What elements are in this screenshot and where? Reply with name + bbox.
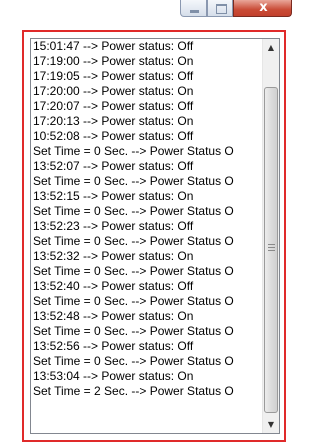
log-list-item[interactable]: 13:52:15 --> Power status: On xyxy=(33,189,263,204)
log-list-item[interactable]: Set Time = 0 Sec. --> Power Status O xyxy=(33,144,263,159)
close-button[interactable]: x xyxy=(233,0,292,17)
log-list-item[interactable]: 17:20:00 --> Power status: On xyxy=(33,84,263,99)
log-list-item[interactable]: Set Time = 0 Sec. --> Power Status O xyxy=(33,324,263,339)
log-list-item[interactable]: 17:19:05 --> Power status: Off xyxy=(33,69,263,84)
log-list-item[interactable]: 13:53:04 --> Power status: On xyxy=(33,369,263,384)
log-list-viewport: 15:01:47 --> Power status: Off 17:19:00 -… xyxy=(33,39,263,433)
minimize-icon xyxy=(190,10,199,13)
log-list-item[interactable]: Set Time = 0 Sec. --> Power Status O xyxy=(33,204,263,219)
thumb-grip-icon xyxy=(268,244,275,251)
scrollbar-thumb[interactable] xyxy=(264,87,278,413)
minimize-button[interactable] xyxy=(180,0,207,17)
vertical-scrollbar[interactable]: ▲ ▼ xyxy=(262,39,279,433)
log-list-item[interactable]: Set Time = 2 Sec. --> Power Status O xyxy=(33,384,263,399)
log-list-item[interactable]: 15:01:47 --> Power status: Off xyxy=(33,39,263,54)
log-list-item[interactable]: 17:19:00 --> Power status: On xyxy=(33,54,263,69)
log-list-item[interactable]: 13:52:40 --> Power status: Off xyxy=(33,279,263,294)
log-list-item[interactable]: 13:52:56 --> Power status: Off xyxy=(33,339,263,354)
log-list-item[interactable]: Set Time = 0 Sec. --> Power Status O xyxy=(33,264,263,279)
power-status-log-list[interactable]: 15:01:47 --> Power status: Off 17:19:00 -… xyxy=(30,38,280,434)
log-list-item[interactable]: Set Time = 0 Sec. --> Power Status O xyxy=(33,294,263,309)
maximize-icon xyxy=(216,4,227,14)
window-controls: x xyxy=(174,0,292,18)
scroll-up-arrow-icon[interactable]: ▲ xyxy=(263,39,279,56)
title-bar: x xyxy=(0,0,292,22)
log-list-item[interactable]: 13:52:32 --> Power status: On xyxy=(33,249,263,264)
log-list-item[interactable]: Set Time = 0 Sec. --> Power Status O xyxy=(33,234,263,249)
log-list-item[interactable]: 10:52:08 --> Power status: Off xyxy=(33,129,263,144)
log-list-item[interactable]: 13:52:23 --> Power status: Off xyxy=(33,219,263,234)
log-list-item[interactable]: 17:20:13 --> Power status: On xyxy=(33,114,263,129)
log-list-item[interactable]: Set Time = 0 Sec. --> Power Status O xyxy=(33,354,263,369)
log-list-item[interactable]: 13:52:48 --> Power status: On xyxy=(33,309,263,324)
scroll-down-arrow-icon[interactable]: ▼ xyxy=(263,416,279,433)
close-icon: x xyxy=(259,0,268,15)
maximize-button[interactable] xyxy=(207,0,233,17)
log-list-item[interactable]: 13:52:07 --> Power status: Off xyxy=(33,159,263,174)
log-list-item[interactable]: Set Time = 0 Sec. --> Power Status O xyxy=(33,174,263,189)
log-list-item[interactable]: 17:20:07 --> Power status: Off xyxy=(33,99,263,114)
